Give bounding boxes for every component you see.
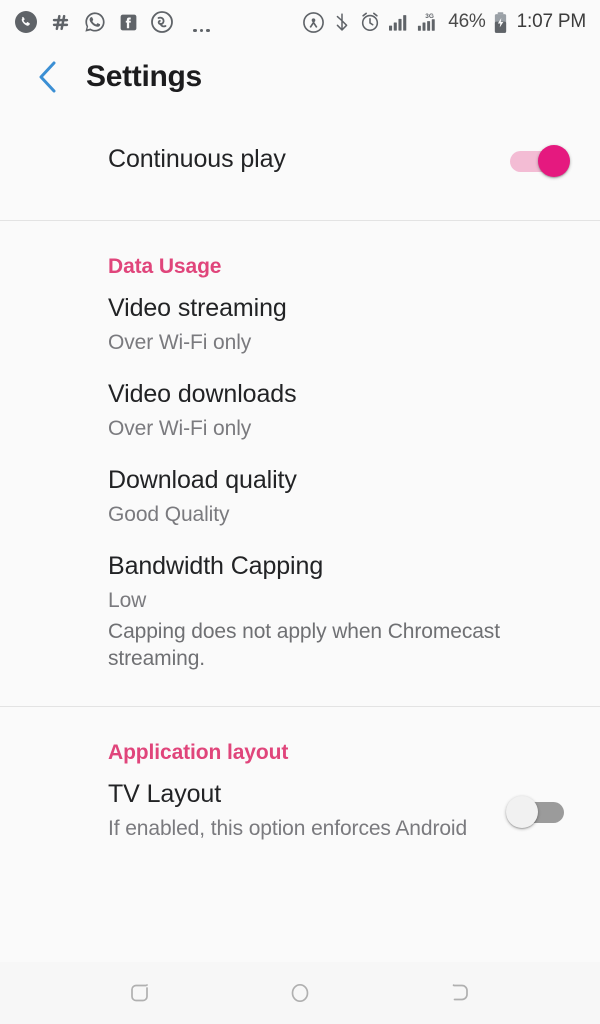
slack-icon [49, 11, 72, 34]
back-navigation-button[interactable] [24, 54, 70, 100]
setting-value: Over Wi-Fi only [108, 330, 252, 354]
page-title: Settings [86, 60, 202, 93]
row-text-group: Video streaming Over Wi-Fi only [108, 294, 570, 356]
row-text-group: Continuous play [108, 145, 486, 175]
notification-overflow-icon [193, 12, 210, 32]
setting-title: Video downloads [108, 380, 297, 409]
row-text-group: Video downloads Over Wi-Fi only [108, 380, 570, 442]
section-header-data-usage: Data Usage [108, 255, 222, 278]
tv-layout-toggle[interactable] [506, 791, 570, 831]
row-text-group: TV Layout If enabled, this option enforc… [108, 780, 486, 842]
toggle-thumb [506, 796, 538, 829]
app-notification-icon [150, 10, 174, 34]
svg-text:3G: 3G [426, 13, 435, 20]
whatsapp-icon [83, 10, 107, 34]
battery-charging-icon [493, 11, 508, 34]
battery-percentage: 46% [448, 11, 486, 32]
recents-button[interactable] [107, 967, 173, 1019]
back-arrow-icon [452, 984, 468, 1001]
setting-row-video-streaming[interactable]: Video streaming Over Wi-Fi only [0, 289, 600, 361]
toggle-thumb [538, 145, 570, 177]
setting-value: Good Quality [108, 502, 230, 526]
setting-title: Bandwidth Capping [108, 552, 324, 581]
bandwidth-capping-note: Capping does not apply when Chromecast s… [108, 620, 500, 670]
home-circle-icon [291, 983, 309, 1003]
app-bar: Settings [0, 44, 600, 110]
continuous-play-toggle[interactable] [506, 140, 570, 180]
system-navigation-bar [0, 962, 600, 1024]
chevron-left-icon [39, 61, 56, 93]
bluetooth-icon [332, 11, 352, 33]
setting-title: TV Layout [108, 780, 222, 809]
setting-description: If enabled, this option enforces Android [108, 816, 468, 840]
setting-title: Video streaming [108, 294, 287, 323]
home-button[interactable] [267, 967, 333, 1019]
setting-title: Download quality [108, 466, 297, 495]
setting-title: Continuous play [108, 145, 286, 174]
notification-icons [14, 10, 215, 34]
system-status-icons: 3G 46% 1:07 PM [302, 11, 586, 34]
section-header-application-layout: Application layout [108, 741, 289, 765]
setting-row-video-downloads[interactable]: Video downloads Over Wi-Fi only [0, 375, 600, 447]
setting-value: Low [108, 588, 147, 612]
signal-bars-icon [388, 12, 410, 32]
setting-value: Over Wi-Fi only [108, 416, 252, 440]
row-text-group: Download quality Good Quality [108, 466, 570, 528]
setting-row-continuous-play[interactable]: Continuous play [0, 124, 600, 196]
settings-list: Continuous play Data Usage Video streami… [0, 110, 600, 848]
setting-row-download-quality[interactable]: Download quality Good Quality [0, 461, 600, 533]
hotspot-icon [302, 11, 325, 34]
alarm-icon [359, 11, 381, 33]
status-bar: 3G 46% 1:07 PM [0, 0, 600, 44]
row-text-group: Bandwidth Capping Low [108, 552, 570, 614]
missed-call-icon [14, 10, 38, 34]
signal-3g-icon: 3G [417, 11, 441, 33]
status-bar-clock: 1:07 PM [516, 11, 587, 32]
setting-row-tv-layout[interactable]: TV Layout If enabled, this option enforc… [0, 775, 600, 847]
back-button[interactable] [427, 967, 493, 1019]
facebook-icon [118, 12, 139, 33]
setting-row-bandwidth-capping[interactable]: Bandwidth Capping Low [0, 547, 600, 619]
recents-icon [131, 984, 148, 1002]
